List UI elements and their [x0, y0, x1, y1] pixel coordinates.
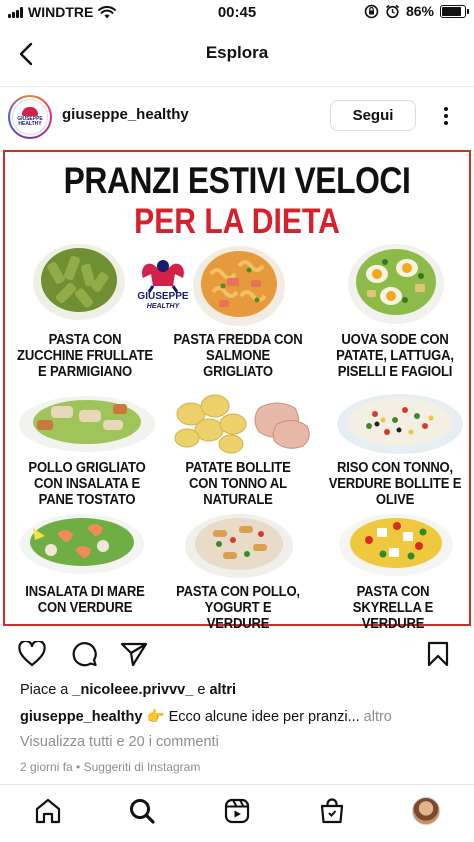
uova-sode-image [348, 244, 444, 324]
post-image[interactable]: PRANZI ESTIVI VELOCI PER LA DIETA GIUSEP… [0, 148, 474, 632]
save-button[interactable] [422, 638, 454, 670]
logo-line-1: GIUSEPPE [137, 291, 189, 302]
more-options-button[interactable] [432, 103, 460, 129]
comment-icon [72, 642, 97, 667]
shop-icon [320, 798, 344, 824]
battery-icon [440, 4, 469, 18]
heart-icon [18, 641, 46, 667]
caption-text: 👉 Ecco alcune idee per pranzi... [142, 709, 360, 725]
logo-line-2: HEALTHY [146, 303, 180, 310]
caption-item-1: PASTA CON ZUCCHINE FRULLATE E PARMIGIANO [17, 332, 153, 380]
post-username[interactable]: giuseppe_healthy [62, 106, 189, 123]
pasta-pollo-image [185, 514, 293, 578]
caption-item-8: PASTA CON POLLO, YOGURT E VERDURE [176, 584, 300, 632]
likes-others[interactable]: altri [209, 682, 236, 698]
status-right: 86% [364, 3, 469, 19]
tab-home[interactable] [30, 793, 66, 829]
tab-profile[interactable] [408, 793, 444, 829]
avatar-text: GIUSEPPE HEALTHY [17, 116, 43, 127]
send-icon [120, 642, 148, 667]
caption-item-2: PASTA FREDDA CON SALMONE GRIGLIATO [173, 332, 303, 380]
tab-shop[interactable] [314, 793, 350, 829]
brand-logo-text: GIUSEPPE HEALTHY [133, 292, 193, 312]
alarm-icon [385, 4, 399, 18]
pasta-salmone-image [193, 246, 285, 326]
pollo-grigliato-image [19, 396, 155, 452]
avatar[interactable]: GIUSEPPE HEALTHY [8, 95, 52, 139]
patate-tonno-image [174, 394, 310, 454]
post-meta: 2 giorni fa • Suggeriti di Instagram [20, 760, 201, 774]
avatar-logo: GIUSEPPE HEALTHY [12, 99, 48, 135]
nav-header: Esplora [0, 30, 474, 78]
more-dots-icon [444, 107, 448, 111]
caption-more-link[interactable]: altro [360, 709, 392, 725]
caption-item-7: INSALATA DI MARE CON VERDURE [25, 584, 145, 616]
profile-avatar [412, 797, 440, 825]
riso-tonno-image [337, 394, 463, 454]
pasta-zucchine-image [33, 244, 125, 320]
post-time: 2 giorni fa [20, 760, 73, 774]
caption-item-3: UOVA SODE CON PATATE, LATTUGA, PISELLI E… [336, 332, 454, 380]
caption-item-5: PATATE BOLLITE CON TONNO AL NATURALE [185, 460, 291, 508]
post-header: GIUSEPPE HEALTHY giuseppe_healthy Segui [0, 86, 474, 144]
home-icon [35, 798, 61, 824]
insalata-mare-image [20, 514, 144, 574]
likes-line: Piace a _nicoleee.privvv_ e altri [20, 682, 236, 698]
like-button[interactable] [16, 638, 48, 670]
share-button[interactable] [118, 638, 150, 670]
bookmark-icon [427, 641, 449, 667]
follow-button[interactable]: Segui [330, 100, 416, 131]
likes-mid: e [193, 682, 210, 698]
comment-button[interactable] [68, 638, 100, 670]
suggested-label: Suggeriti di Instagram [83, 760, 201, 774]
search-icon [130, 799, 155, 824]
post-actions [0, 632, 474, 676]
poster-title-line1: PRANZI ESTIVI VELOCI [63, 160, 411, 201]
caption-item-9: PASTA CON SKYRELLA E VERDURE [352, 584, 434, 632]
likes-prefix: Piace a [20, 682, 73, 698]
post-caption: giuseppe_healthy 👉 Ecco alcune idee per … [20, 708, 460, 725]
tab-search[interactable] [124, 793, 160, 829]
likes-user[interactable]: _nicoleee.privvv_ [72, 682, 193, 698]
status-bar: WINDTRE 00:45 86% [0, 0, 474, 26]
caption-username[interactable]: giuseppe_healthy [20, 709, 142, 725]
view-comments-link[interactable]: Visualizza tutti e 20 i commenti [20, 734, 219, 750]
caption-item-6: RISO CON TONNO, VERDURE BOLLITE E OLIVE [328, 460, 462, 508]
reels-icon [224, 798, 250, 824]
poster-title-line2: PER LA DIETA [134, 202, 340, 241]
battery-percent: 86% [405, 3, 434, 19]
tab-reels[interactable] [219, 793, 255, 829]
bottom-tab-bar [0, 784, 474, 842]
recipe-poster: PRANZI ESTIVI VELOCI PER LA DIETA GIUSEP… [3, 150, 471, 632]
caption-item-4: POLLO GRIGLIATO CON INSALATA E PANE TOST… [28, 460, 146, 508]
rotation-lock-icon [364, 4, 379, 18]
page-title: Esplora [205, 43, 269, 62]
pasta-skyrella-image [339, 514, 453, 576]
